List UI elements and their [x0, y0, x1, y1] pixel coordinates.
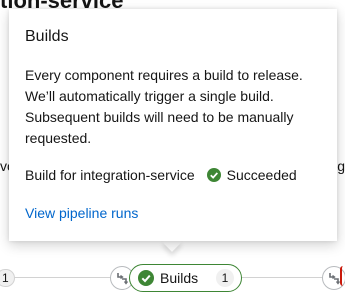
check-circle-icon [138, 270, 154, 286]
builds-node-label: Builds [160, 270, 199, 286]
build-status-row: Build for integration-service Succeeded [25, 165, 321, 185]
builds-pipeline-node[interactable]: Builds 1 [129, 264, 242, 292]
builds-popover: Builds Every component requires a build … [9, 9, 337, 241]
build-status: Succeeded [206, 165, 297, 185]
build-status-value: Succeeded [226, 167, 297, 183]
previous-node-count-badge: 1 [0, 269, 15, 287]
view-pipeline-runs-link[interactable]: View pipeline runs [25, 205, 138, 221]
popover-description: Every component requires a build to rele… [25, 67, 303, 146]
check-circle-icon [206, 168, 221, 182]
popover-title: Builds [25, 28, 69, 45]
build-status-label: Build for integration-service [25, 167, 195, 183]
next-node-edge [340, 266, 345, 286]
pipeline-connector-icon [329, 273, 341, 285]
pipeline-connector-icon [117, 273, 129, 285]
builds-node-count-badge: 1 [216, 269, 234, 287]
background-text-right: g [337, 158, 345, 174]
